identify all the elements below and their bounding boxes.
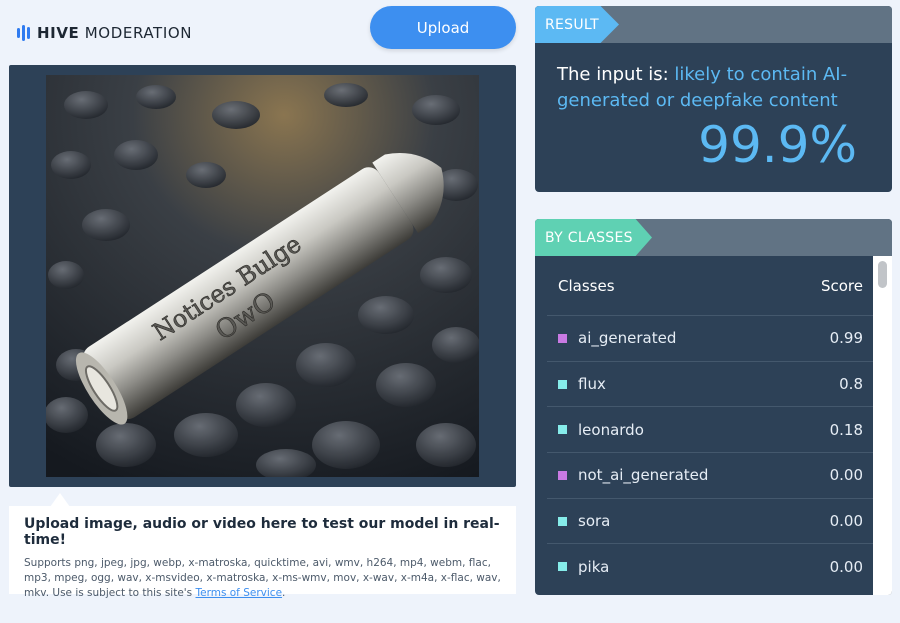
class-score: 0.99: [829, 329, 863, 348]
class-score: 0.18: [829, 420, 863, 439]
class-color-swatch: [558, 470, 567, 480]
table-row: ai_generated 0.99: [547, 315, 873, 361]
class-name: ai_generated: [578, 329, 677, 348]
class-color-swatch: [558, 425, 567, 435]
column-header-score: Score: [820, 276, 863, 295]
class-score: 0.00: [829, 557, 863, 576]
hive-logo[interactable]: HIVE MODERATION: [17, 22, 192, 44]
classes-scrollbar[interactable]: [873, 256, 892, 595]
class-color-swatch: [558, 516, 567, 526]
bars-logo-icon: [17, 25, 30, 41]
class-name: sora: [578, 512, 611, 531]
logo-text: HIVE MODERATION: [37, 24, 192, 42]
result-verdict: The input is: likely to contain AI-gener…: [557, 62, 857, 114]
table-row: leonardo 0.18: [547, 406, 873, 452]
upload-button[interactable]: Upload: [370, 6, 516, 49]
class-score: 0.8: [839, 375, 863, 394]
table-row: sora 0.00: [547, 497, 873, 544]
upload-info-title: Upload image, audio or video here to tes…: [24, 516, 500, 548]
class-name: leonardo: [578, 420, 644, 439]
tos-end: .: [282, 587, 286, 599]
class-score: 0.00: [829, 466, 863, 485]
table-row: flux 0.8: [547, 360, 873, 407]
preview-pointer: [50, 493, 70, 507]
classes-table-header: Classes Score: [547, 256, 873, 315]
scrollbar-thumb[interactable]: [878, 261, 887, 288]
class-color-swatch: [558, 333, 567, 343]
table-row: not_ai_generated 0.00: [547, 452, 873, 498]
image-preview-panel[interactable]: Notices Bulge OwO: [9, 65, 516, 487]
column-header-classes: Classes: [558, 276, 615, 295]
logo-brand: HIVE: [37, 24, 80, 42]
result-prefix: The input is:: [557, 64, 675, 85]
table-row: pika 0.00: [547, 543, 873, 589]
terms-of-service-link[interactable]: Terms of Service: [196, 587, 283, 599]
class-color-swatch: [558, 562, 567, 572]
by-classes-card: BY CLASSES Classes Score ai_generated 0.…: [535, 219, 892, 595]
supported-formats-text: Supports png, jpeg, jpg, webp, x-matrosk…: [24, 556, 501, 601]
upload-info-box: Upload image, audio or video here to tes…: [9, 506, 516, 599]
class-color-swatch: [558, 379, 567, 389]
result-percentage: 99.9%: [698, 116, 857, 174]
class-name: pika: [578, 557, 610, 576]
classes-tag: BY CLASSES: [535, 219, 652, 256]
class-name: not_ai_generated: [578, 466, 709, 485]
logo-product: MODERATION: [84, 24, 193, 42]
classes-table: Classes Score ai_generated 0.99 flux 0.8…: [547, 256, 873, 595]
uploaded-image: Notices Bulge OwO: [46, 75, 479, 477]
class-name: flux: [578, 375, 606, 394]
result-card: RESULT The input is: likely to contain A…: [535, 6, 892, 192]
class-score: 0.00: [829, 512, 863, 531]
